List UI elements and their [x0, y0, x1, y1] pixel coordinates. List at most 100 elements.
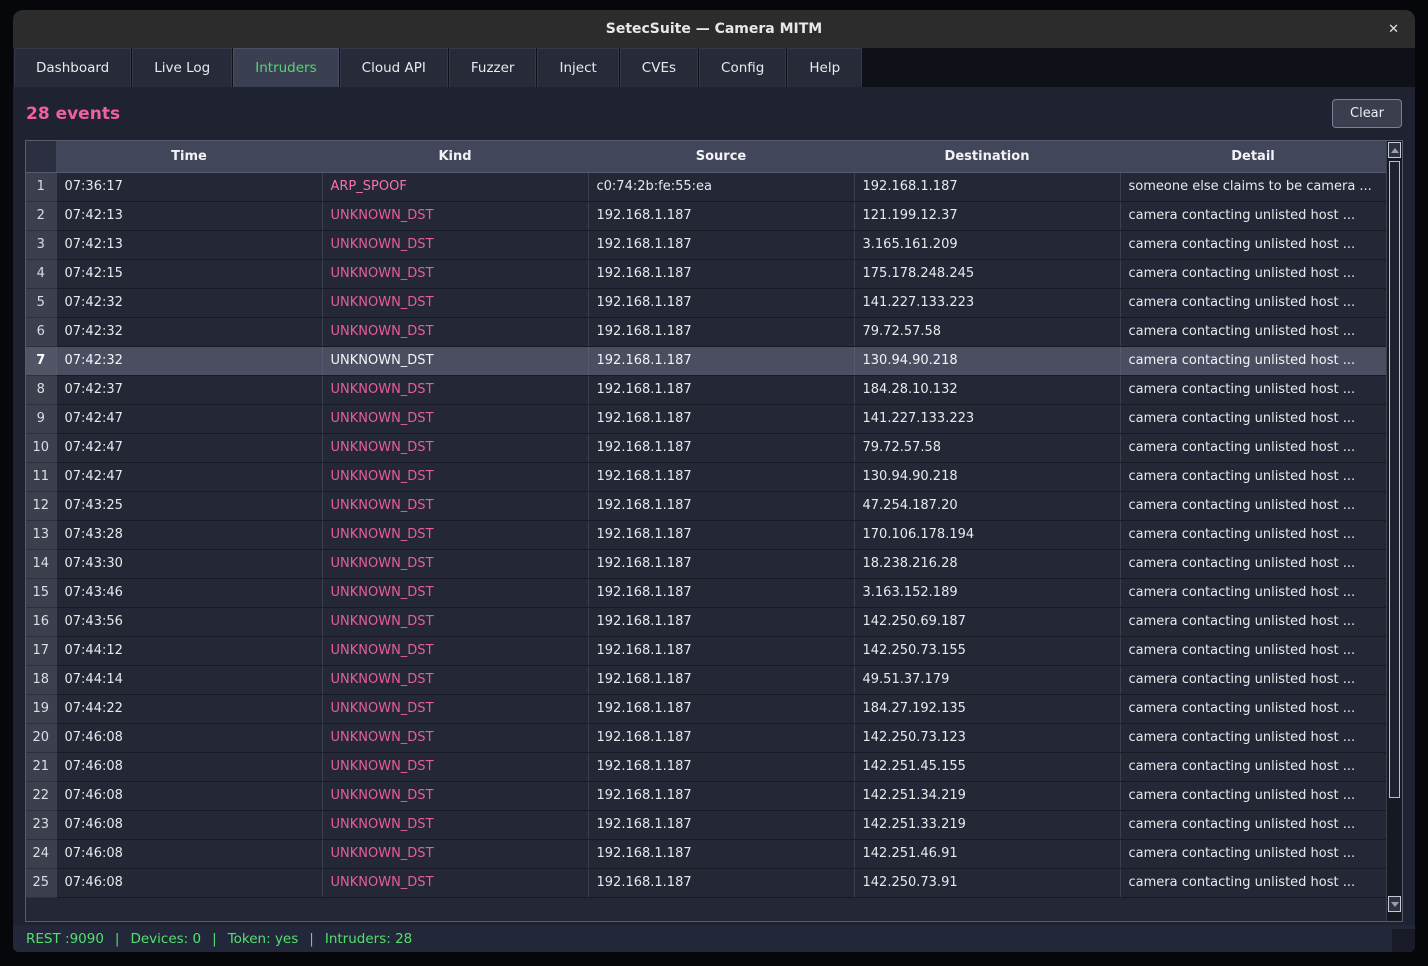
cell-destination[interactable]: 184.28.10.132	[854, 375, 1120, 404]
cell-kind[interactable]: UNKNOWN_DST	[322, 259, 588, 288]
cell-destination[interactable]: 18.238.216.28	[854, 549, 1120, 578]
cell-kind[interactable]: UNKNOWN_DST	[322, 578, 588, 607]
cell-detail[interactable]: camera contacting unlisted host ...	[1120, 781, 1386, 810]
cell-detail[interactable]: camera contacting unlisted host ...	[1120, 201, 1386, 230]
cell-detail[interactable]: camera contacting unlisted host ...	[1120, 346, 1386, 375]
cell-source[interactable]: 192.168.1.187	[588, 230, 854, 259]
cell-destination[interactable]: 170.106.178.194	[854, 520, 1120, 549]
cell-kind[interactable]: UNKNOWN_DST	[322, 346, 588, 375]
table-row[interactable]: 407:42:15UNKNOWN_DST192.168.1.187175.178…	[26, 259, 1386, 288]
cell-time[interactable]: 07:42:32	[56, 346, 322, 375]
cell-destination[interactable]: 192.168.1.187	[854, 172, 1120, 201]
cell-source[interactable]: 192.168.1.187	[588, 462, 854, 491]
cell-kind[interactable]: UNKNOWN_DST	[322, 230, 588, 259]
close-icon[interactable]: ✕	[1388, 10, 1399, 48]
cell-source[interactable]: c0:74:2b:fe:55:ea	[588, 172, 854, 201]
cell-source[interactable]: 192.168.1.187	[588, 259, 854, 288]
cell-detail[interactable]: camera contacting unlisted host ...	[1120, 636, 1386, 665]
cell-source[interactable]: 192.168.1.187	[588, 839, 854, 868]
table-row[interactable]: 1407:43:30UNKNOWN_DST192.168.1.18718.238…	[26, 549, 1386, 578]
cell-time[interactable]: 07:46:08	[56, 723, 322, 752]
cell-detail[interactable]: camera contacting unlisted host ...	[1120, 607, 1386, 636]
cell-detail[interactable]: camera contacting unlisted host ...	[1120, 665, 1386, 694]
cell-time[interactable]: 07:46:08	[56, 810, 322, 839]
cell-detail[interactable]: someone else claims to be camera ...	[1120, 172, 1386, 201]
cell-destination[interactable]: 3.163.152.189	[854, 578, 1120, 607]
cell-kind[interactable]: UNKNOWN_DST	[322, 520, 588, 549]
cell-detail[interactable]: camera contacting unlisted host ...	[1120, 549, 1386, 578]
column-header-kind[interactable]: Kind	[322, 141, 588, 172]
cell-detail[interactable]: camera contacting unlisted host ...	[1120, 520, 1386, 549]
cell-source[interactable]: 192.168.1.187	[588, 868, 854, 897]
cell-detail[interactable]: camera contacting unlisted host ...	[1120, 404, 1386, 433]
cell-destination[interactable]: 141.227.133.223	[854, 288, 1120, 317]
cell-time[interactable]: 07:44:12	[56, 636, 322, 665]
cell-detail[interactable]: camera contacting unlisted host ...	[1120, 375, 1386, 404]
table-row[interactable]: 1707:44:12UNKNOWN_DST192.168.1.187142.25…	[26, 636, 1386, 665]
cell-source[interactable]: 192.168.1.187	[588, 491, 854, 520]
cell-kind[interactable]: UNKNOWN_DST	[322, 462, 588, 491]
cell-destination[interactable]: 130.94.90.218	[854, 462, 1120, 491]
cell-destination[interactable]: 184.27.192.135	[854, 694, 1120, 723]
cell-destination[interactable]: 142.251.45.155	[854, 752, 1120, 781]
table-row[interactable]: 2107:46:08UNKNOWN_DST192.168.1.187142.25…	[26, 752, 1386, 781]
tab-cves[interactable]: CVEs	[620, 48, 698, 87]
table-row[interactable]: 1107:42:47UNKNOWN_DST192.168.1.187130.94…	[26, 462, 1386, 491]
cell-source[interactable]: 192.168.1.187	[588, 665, 854, 694]
cell-destination[interactable]: 141.227.133.223	[854, 404, 1120, 433]
cell-detail[interactable]: camera contacting unlisted host ...	[1120, 723, 1386, 752]
table-row[interactable]: 607:42:32UNKNOWN_DST192.168.1.18779.72.5…	[26, 317, 1386, 346]
clear-button[interactable]: Clear	[1332, 99, 1402, 128]
cell-kind[interactable]: UNKNOWN_DST	[322, 694, 588, 723]
cell-detail[interactable]: camera contacting unlisted host ...	[1120, 230, 1386, 259]
table-row[interactable]: 107:36:17ARP_SPOOFc0:74:2b:fe:55:ea192.1…	[26, 172, 1386, 201]
cell-kind[interactable]: UNKNOWN_DST	[322, 607, 588, 636]
tab-fuzzer[interactable]: Fuzzer	[449, 48, 537, 87]
table-row[interactable]: 707:42:32UNKNOWN_DST192.168.1.187130.94.…	[26, 346, 1386, 375]
cell-detail[interactable]: camera contacting unlisted host ...	[1120, 317, 1386, 346]
cell-kind[interactable]: UNKNOWN_DST	[322, 839, 588, 868]
cell-kind[interactable]: UNKNOWN_DST	[322, 404, 588, 433]
cell-kind[interactable]: UNKNOWN_DST	[322, 723, 588, 752]
cell-source[interactable]: 192.168.1.187	[588, 781, 854, 810]
cell-kind[interactable]: UNKNOWN_DST	[322, 201, 588, 230]
cell-destination[interactable]: 142.250.73.123	[854, 723, 1120, 752]
cell-destination[interactable]: 121.199.12.37	[854, 201, 1120, 230]
cell-kind[interactable]: UNKNOWN_DST	[322, 868, 588, 897]
table-row[interactable]: 1907:44:22UNKNOWN_DST192.168.1.187184.27…	[26, 694, 1386, 723]
cell-kind[interactable]: UNKNOWN_DST	[322, 433, 588, 462]
cell-source[interactable]: 192.168.1.187	[588, 694, 854, 723]
cell-destination[interactable]: 3.165.161.209	[854, 230, 1120, 259]
tab-dashboard[interactable]: Dashboard	[14, 48, 131, 87]
cell-time[interactable]: 07:42:13	[56, 230, 322, 259]
cell-kind[interactable]: UNKNOWN_DST	[322, 636, 588, 665]
table-row[interactable]: 2407:46:08UNKNOWN_DST192.168.1.187142.25…	[26, 839, 1386, 868]
cell-detail[interactable]: camera contacting unlisted host ...	[1120, 839, 1386, 868]
cell-detail[interactable]: camera contacting unlisted host ...	[1120, 462, 1386, 491]
cell-time[interactable]: 07:43:56	[56, 607, 322, 636]
cell-source[interactable]: 192.168.1.187	[588, 636, 854, 665]
tab-live-log[interactable]: Live Log	[132, 48, 232, 87]
cell-destination[interactable]: 142.251.34.219	[854, 781, 1120, 810]
cell-destination[interactable]: 47.254.187.20	[854, 491, 1120, 520]
column-header-destination[interactable]: Destination	[854, 141, 1120, 172]
cell-source[interactable]: 192.168.1.187	[588, 723, 854, 752]
cell-source[interactable]: 192.168.1.187	[588, 404, 854, 433]
table-row[interactable]: 1207:43:25UNKNOWN_DST192.168.1.18747.254…	[26, 491, 1386, 520]
cell-time[interactable]: 07:43:25	[56, 491, 322, 520]
cell-source[interactable]: 192.168.1.187	[588, 520, 854, 549]
resize-grip[interactable]	[1392, 929, 1415, 952]
tab-intruders[interactable]: Intruders	[233, 48, 338, 87]
cell-time[interactable]: 07:43:46	[56, 578, 322, 607]
cell-time[interactable]: 07:42:47	[56, 433, 322, 462]
cell-time[interactable]: 07:44:14	[56, 665, 322, 694]
scroll-up-button[interactable]	[1388, 142, 1401, 158]
cell-source[interactable]: 192.168.1.187	[588, 578, 854, 607]
cell-source[interactable]: 192.168.1.187	[588, 288, 854, 317]
column-header-detail[interactable]: Detail	[1120, 141, 1386, 172]
table-row[interactable]: 2307:46:08UNKNOWN_DST192.168.1.187142.25…	[26, 810, 1386, 839]
cell-kind[interactable]: ARP_SPOOF	[322, 172, 588, 201]
cell-source[interactable]: 192.168.1.187	[588, 433, 854, 462]
cell-time[interactable]: 07:42:47	[56, 404, 322, 433]
scroll-down-button[interactable]	[1388, 896, 1401, 912]
